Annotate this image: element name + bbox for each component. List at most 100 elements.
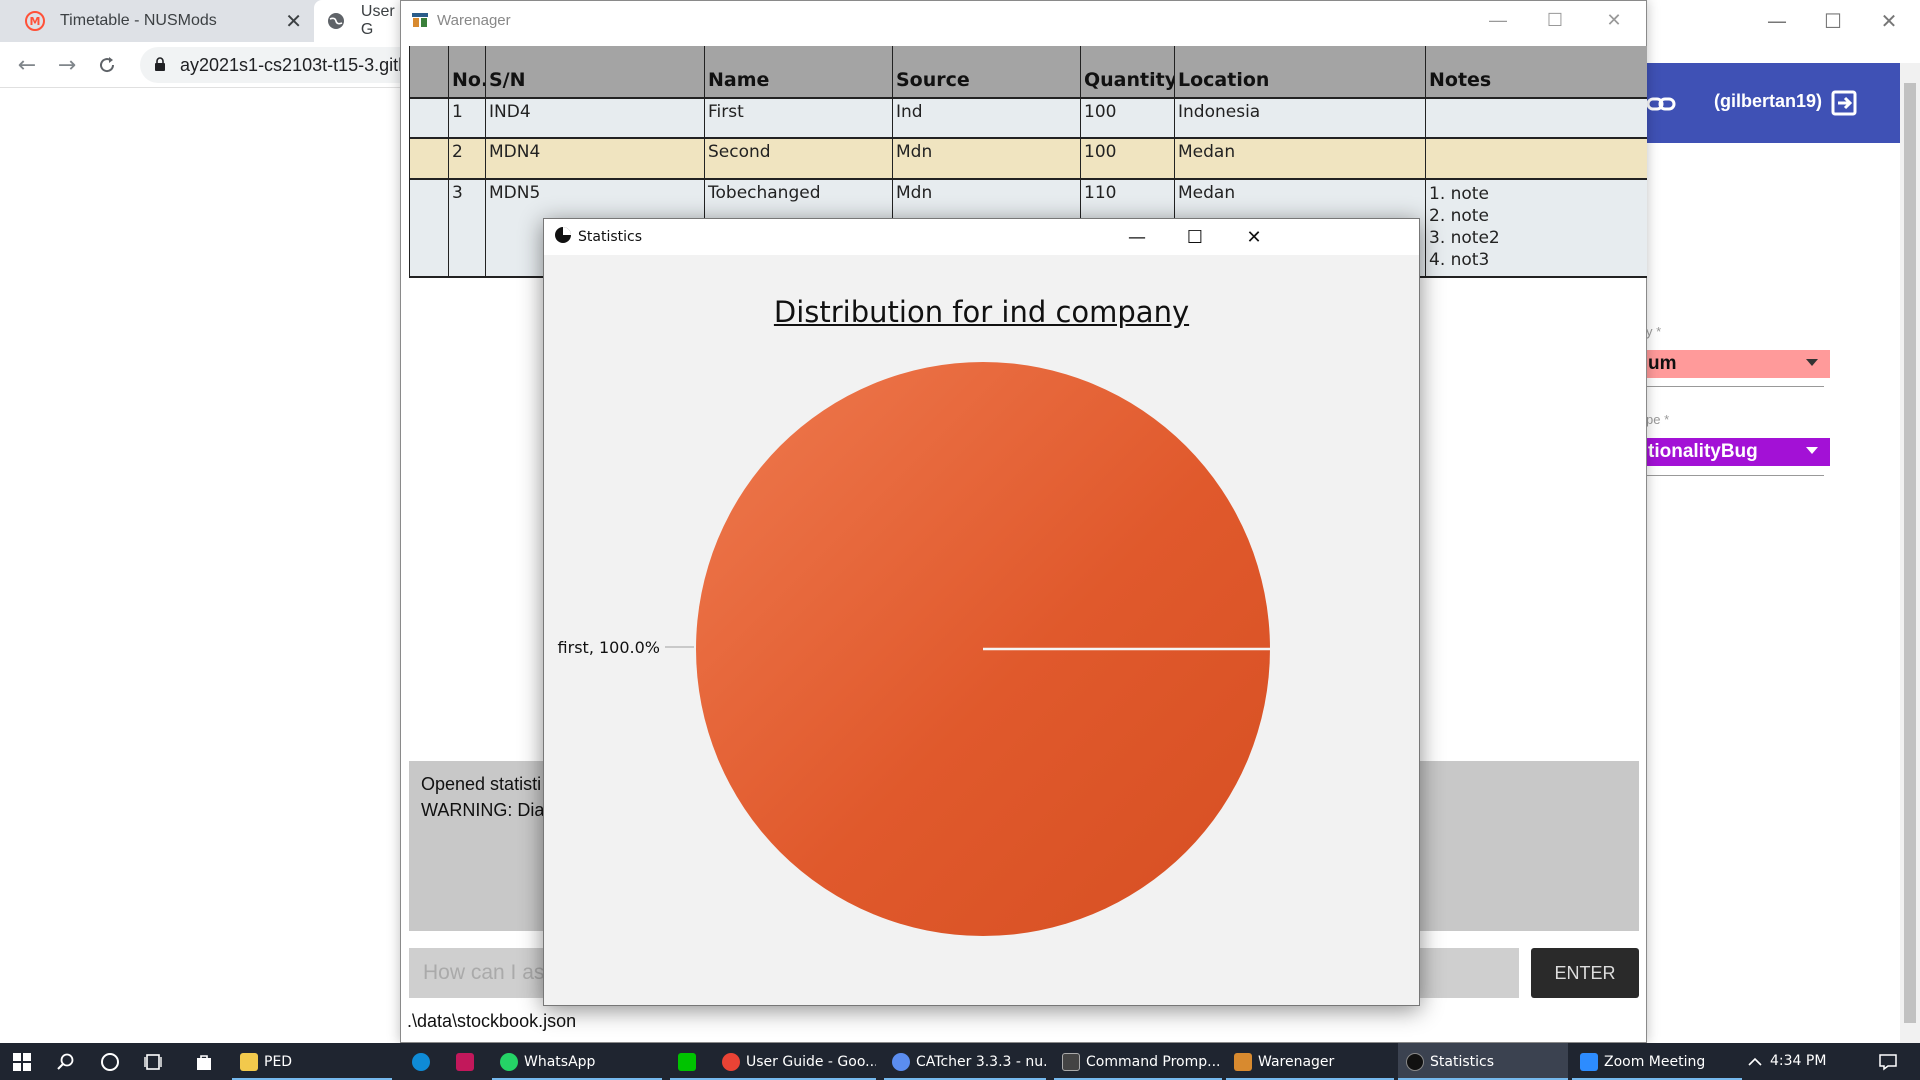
taskbar-app-label: Zoom Meeting xyxy=(1604,1053,1706,1070)
lock-icon xyxy=(154,55,166,76)
taskbar-app-chrome[interactable]: User Guide - Goo... xyxy=(714,1043,876,1080)
cell-name: Second xyxy=(705,139,893,180)
chrome-icon xyxy=(722,1052,740,1071)
column-header-notes[interactable]: Notes xyxy=(1426,46,1647,99)
nusmods-icon: M xyxy=(24,10,46,32)
logout-icon[interactable] xyxy=(1830,89,1858,122)
scrollbar-thumb[interactable] xyxy=(1904,83,1916,1023)
cell-notes xyxy=(1426,99,1647,139)
maximize-icon[interactable]: ☐ xyxy=(1535,5,1575,35)
browser-tab-nusmods[interactable]: M Timetable - NUSMods ✕ xyxy=(0,0,314,42)
search-icon[interactable] xyxy=(44,1043,88,1080)
warenager-app-icon xyxy=(411,11,429,29)
taskbar-app-statistics[interactable]: Statistics xyxy=(1398,1043,1568,1080)
taskbar-app-catcher[interactable]: CATcher 3.3.3 - nu... xyxy=(884,1043,1046,1080)
cell-notes xyxy=(1426,139,1647,180)
globe-icon xyxy=(326,10,347,32)
severity-label: y * xyxy=(1646,324,1662,339)
cell-source: Mdn xyxy=(893,139,1081,180)
windows-start-icon[interactable] xyxy=(0,1043,44,1080)
zoom-icon xyxy=(1580,1052,1598,1071)
divider xyxy=(1646,386,1824,387)
github-username: (gilbertan19) xyxy=(1714,91,1823,111)
pie-chart-icon xyxy=(1406,1052,1424,1071)
browser-tab-user-guide[interactable]: User G xyxy=(314,0,409,42)
severity-select[interactable]: um xyxy=(1646,350,1830,378)
right-browser-titlebar: — ☐ ✕ xyxy=(1646,0,1920,42)
whatsapp-icon xyxy=(500,1052,518,1071)
taskbar-app-warenager[interactable]: Warenager xyxy=(1226,1043,1394,1080)
row-index-cell xyxy=(409,180,449,278)
svg-text:M: M xyxy=(30,15,41,28)
edge-icon xyxy=(412,1052,430,1071)
severity-value: um xyxy=(1648,353,1677,374)
url-text: ay2021s1-cs2103t-t15-3.githu xyxy=(180,54,419,75)
minimize-icon[interactable]: — xyxy=(1762,6,1792,36)
statistics-window: Statistics — ☐ ✕ Distribution for ind co… xyxy=(543,218,1420,1006)
slice-label: first, 100.0% xyxy=(558,638,660,657)
cell-no: 2 xyxy=(449,139,486,180)
column-header-sn[interactable]: S/N xyxy=(486,46,705,99)
type-select[interactable]: tionalityBug xyxy=(1646,438,1830,466)
cortana-icon[interactable] xyxy=(88,1043,132,1080)
close-icon[interactable]: ✕ xyxy=(1594,5,1634,35)
cell-quantity: 100 xyxy=(1081,99,1175,139)
type-label: pe * xyxy=(1646,412,1670,427)
page-scrollbar[interactable] xyxy=(1900,63,1920,1043)
cell-sn: MDN4 xyxy=(486,139,705,180)
store-icon[interactable] xyxy=(182,1043,226,1080)
column-header-source[interactable]: Source xyxy=(893,46,1081,99)
folder-icon xyxy=(240,1052,258,1071)
system-clock[interactable]: 4:34 PM xyxy=(1770,1053,1826,1069)
table-header-row: No. S/N Name Source Quantity Location No… xyxy=(409,46,1647,99)
cell-source: Ind xyxy=(893,99,1081,139)
enter-button[interactable]: ENTER xyxy=(1531,948,1639,998)
forward-arrow-icon[interactable]: → xyxy=(52,50,82,80)
cell-location: Medan xyxy=(1175,139,1426,180)
table-row[interactable]: 1 IND4 First Ind 100 Indonesia xyxy=(409,99,1647,139)
back-arrow-icon[interactable]: ← xyxy=(12,50,42,80)
browser-tab-title: Timetable - NUSMods xyxy=(60,12,217,29)
taskbar-app-command-prompt[interactable]: Command Promp... xyxy=(1054,1043,1222,1080)
notification-icon[interactable] xyxy=(1866,1043,1910,1080)
taskbar-app-label: User Guide - Goo... xyxy=(746,1053,876,1070)
taskbar-app-edge[interactable] xyxy=(404,1043,448,1080)
taskbar-app-ped[interactable]: PED xyxy=(232,1043,392,1080)
taskbar-app-label: PED xyxy=(264,1053,293,1070)
taskbar-app-line[interactable] xyxy=(670,1043,714,1080)
table-row[interactable]: 2 MDN4 Second Mdn 100 Medan xyxy=(409,139,1647,180)
maximize-icon[interactable]: ☐ xyxy=(1818,6,1848,36)
column-header-location[interactable]: Location xyxy=(1175,46,1426,99)
warenager-icon xyxy=(1234,1052,1252,1071)
warenager-titlebar: Warenager — ☐ ✕ xyxy=(401,1,1646,39)
intellij-icon xyxy=(456,1052,474,1071)
cell-name: First xyxy=(705,99,893,139)
status-bar-path: .\data\stockbook.json xyxy=(407,1011,577,1031)
column-header-no[interactable]: No. xyxy=(449,46,486,99)
taskbar-app-label: Warenager xyxy=(1258,1053,1335,1070)
cell-location: Indonesia xyxy=(1175,99,1426,139)
taskbar-app-whatsapp[interactable]: WhatsApp xyxy=(492,1043,662,1080)
url-bar[interactable]: ay2021s1-cs2103t-t15-3.githu xyxy=(140,47,440,83)
cell-no: 3 xyxy=(449,180,486,278)
task-view-icon[interactable] xyxy=(132,1043,176,1080)
pie-chart: first, 100.0% xyxy=(558,362,1270,936)
reload-icon[interactable] xyxy=(92,50,122,80)
minimize-icon[interactable]: — xyxy=(1478,5,1518,35)
close-icon[interactable]: ✕ xyxy=(1874,6,1904,36)
taskbar-app-intellij[interactable] xyxy=(448,1043,492,1080)
link-icon[interactable] xyxy=(1646,89,1676,117)
close-tab-icon[interactable]: ✕ xyxy=(285,9,302,34)
column-header-quantity[interactable]: Quantity xyxy=(1081,46,1175,99)
catcher-icon xyxy=(892,1052,910,1071)
taskbar-app-zoom[interactable]: Zoom Meeting xyxy=(1572,1043,1742,1080)
github-app-header: (gilbertan19) xyxy=(1646,63,1900,143)
taskbar-app-label: Command Promp... xyxy=(1086,1053,1221,1070)
column-header xyxy=(409,46,449,99)
chevron-up-icon[interactable] xyxy=(1740,1043,1770,1080)
cell-notes: 1. note 2. note 3. note2 4. not3 xyxy=(1426,180,1647,278)
column-header-name[interactable]: Name xyxy=(705,46,893,99)
cell-no: 1 xyxy=(449,99,486,139)
cell-quantity: 100 xyxy=(1081,139,1175,180)
cell-sn: IND4 xyxy=(486,99,705,139)
